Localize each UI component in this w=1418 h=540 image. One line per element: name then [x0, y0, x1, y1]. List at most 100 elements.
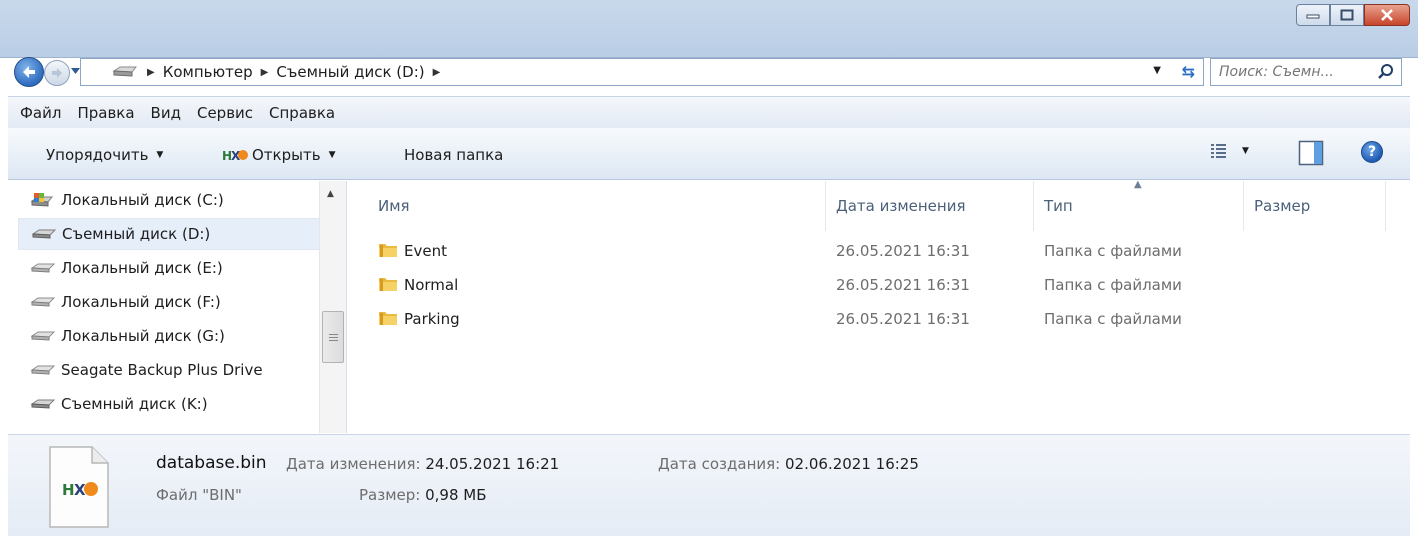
file-name: Parking — [404, 310, 460, 328]
search-icon[interactable] — [1377, 63, 1395, 81]
modified-info: Дата изменения: 24.05.2021 16:21 — [286, 455, 559, 473]
sort-ascending-icon: ▲ — [1134, 179, 1142, 190]
file-list: Имя Дата изменения Тип ▲ Размер Event 26… — [348, 179, 1410, 433]
new-folder-button[interactable]: Новая папка — [404, 146, 503, 164]
close-button[interactable] — [1364, 4, 1410, 26]
preview-pane-icon[interactable] — [1298, 140, 1324, 166]
drive-icon — [30, 297, 56, 307]
organize-label: Упорядочить — [46, 146, 149, 164]
breadcrumb: ▶ Компьютер ▶ Съемный диск (D:) ▶ — [147, 63, 448, 81]
created-label: Дата создания: — [658, 455, 781, 473]
minimize-icon — [1306, 14, 1320, 19]
organize-button[interactable]: Упорядочить ▼ — [46, 146, 163, 164]
file-type-label: Файл "BIN" — [156, 486, 242, 504]
maximize-button[interactable] — [1330, 4, 1364, 26]
new-folder-label: Новая папка — [404, 146, 504, 164]
nav-scrollbar[interactable]: ▲ — [319, 181, 346, 433]
nav-item-drive-d[interactable]: Съемный диск (D:) — [18, 218, 320, 250]
system-drive-icon — [30, 193, 54, 207]
folder-icon — [379, 278, 397, 291]
chevron-right-icon[interactable]: ▶ — [433, 67, 441, 78]
breadcrumb-drive-d[interactable]: Съемный диск (D:) — [276, 63, 424, 81]
help-icon[interactable]: ? — [1361, 141, 1383, 163]
nav-item-drive-g[interactable]: Локальный диск (G:) — [18, 320, 320, 352]
created-value: 02.06.2021 16:25 — [785, 455, 919, 473]
column-header-date[interactable]: Дата изменения — [826, 181, 1034, 231]
nav-item-label: Локальный диск (C:) — [61, 191, 224, 209]
column-header-label: Дата изменения — [836, 197, 966, 215]
view-details-icon — [1211, 144, 1226, 158]
menu-file[interactable]: Файл — [15, 104, 66, 122]
nav-item-drive-k[interactable]: Съемный диск (K:) — [18, 388, 320, 420]
file-date: 26.05.2021 16:31 — [836, 276, 970, 294]
column-header-name[interactable]: Имя — [368, 181, 826, 231]
minimize-button[interactable] — [1296, 4, 1330, 26]
open-button[interactable]: HX Открыть ▼ — [222, 146, 335, 164]
selected-file-name: database.bin — [156, 453, 267, 473]
modified-label: Дата изменения: — [286, 455, 421, 473]
svg-text:H: H — [62, 481, 75, 499]
modified-value: 24.05.2021 16:21 — [425, 455, 560, 473]
menu-view[interactable]: Вид — [146, 104, 186, 122]
removable-drive-icon — [30, 399, 56, 409]
details-pane: H X database.bin Дата изменения: 24.05.2… — [8, 434, 1410, 536]
removable-drive-icon — [31, 229, 57, 239]
size-value: 0,98 МБ — [425, 486, 487, 504]
table-row[interactable]: Normal 26.05.2021 16:31 Папка с файлами — [348, 268, 1410, 302]
chevron-down-icon: ▼ — [328, 150, 336, 160]
chevron-down-icon[interactable]: ▼ — [1242, 146, 1249, 156]
nav-item-drive-c[interactable]: Локальный диск (C:) — [18, 184, 320, 216]
menu-tools[interactable]: Сервис — [192, 104, 258, 122]
back-button[interactable] — [14, 57, 44, 87]
scroll-up-icon[interactable]: ▲ — [327, 189, 334, 199]
change-view-button[interactable]: ▼ — [1210, 142, 1249, 160]
scroll-thumb[interactable] — [322, 311, 344, 363]
arrow-left-icon — [23, 66, 35, 78]
table-row[interactable]: Parking 26.05.2021 16:31 Папка с файлами — [348, 302, 1410, 336]
nav-item-drive-f[interactable]: Локальный диск (F:) — [18, 286, 320, 318]
file-name: Event — [404, 242, 447, 260]
search-input[interactable] — [1219, 64, 1369, 80]
folder-icon — [379, 312, 397, 325]
file-date: 26.05.2021 16:31 — [836, 242, 970, 260]
column-header-label: Имя — [378, 197, 410, 215]
refresh-icon[interactable]: ⇆ — [1182, 62, 1195, 81]
column-header-label: Размер — [1254, 197, 1311, 215]
close-icon — [1381, 9, 1393, 21]
title-bar — [0, 0, 1418, 58]
file-date: 26.05.2021 16:31 — [836, 310, 970, 328]
hxd-app-icon: HX — [222, 149, 248, 163]
search-box[interactable] — [1210, 58, 1402, 86]
file-type: Папка с файлами — [1044, 276, 1182, 294]
folder-icon — [379, 244, 397, 257]
open-label: Открыть — [252, 146, 321, 164]
column-header-size[interactable]: Размер — [1244, 181, 1386, 231]
navigation-pane: Локальный диск (C:) Съемный диск (D:) Ло… — [8, 181, 347, 433]
window-controls — [1296, 4, 1410, 26]
nav-item-seagate[interactable]: Seagate Backup Plus Drive — [18, 354, 320, 386]
menu-help[interactable]: Справка — [264, 104, 340, 122]
arrow-right-icon — [52, 68, 62, 78]
chevron-down-icon[interactable]: ▼ — [1153, 65, 1161, 76]
nav-item-drive-e[interactable]: Локальный диск (E:) — [18, 252, 320, 284]
address-bar[interactable]: ▶ Компьютер ▶ Съемный диск (D:) ▶ ▼ ⇆ — [80, 58, 1204, 86]
table-row[interactable]: Event 26.05.2021 16:31 Папка с файлами — [348, 234, 1410, 268]
forward-button[interactable] — [44, 60, 70, 86]
chevron-down-icon: ▼ — [156, 150, 164, 160]
nav-item-label: Съемный диск (K:) — [61, 395, 208, 413]
breadcrumb-computer[interactable]: Компьютер — [163, 63, 253, 81]
maximize-icon — [1340, 9, 1354, 21]
drive-icon — [30, 365, 56, 375]
nav-item-label: Локальный диск (E:) — [61, 259, 223, 277]
drive-icon — [30, 263, 56, 273]
size-label: Размер: — [359, 486, 421, 504]
recent-pages-dropdown-icon[interactable] — [71, 68, 80, 74]
menu-bar: Файл Правка Вид Сервис Справка — [8, 96, 1410, 128]
removable-drive-icon — [112, 66, 137, 77]
chevron-right-icon[interactable]: ▶ — [147, 67, 155, 78]
nav-item-label: Локальный диск (F:) — [61, 293, 221, 311]
menu-edit[interactable]: Правка — [72, 104, 139, 122]
nav-item-label: Локальный диск (G:) — [61, 327, 225, 345]
chevron-right-icon[interactable]: ▶ — [261, 67, 269, 78]
size-info: Размер: 0,98 МБ — [359, 486, 487, 504]
